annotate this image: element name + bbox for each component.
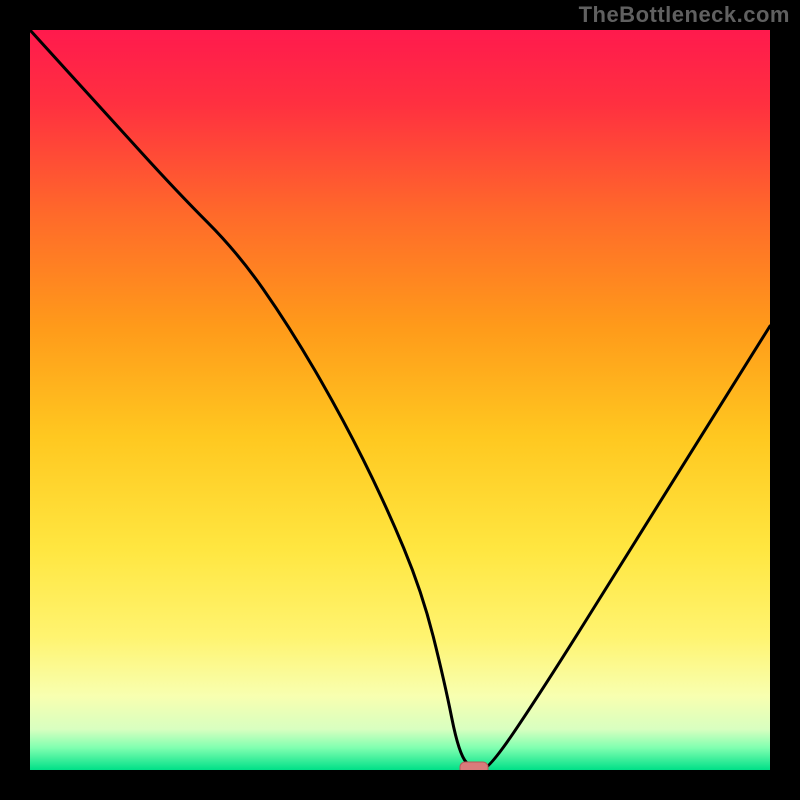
optimal-marker	[460, 762, 488, 770]
plot-area	[30, 30, 770, 770]
bottleneck-chart	[30, 30, 770, 770]
gradient-background	[30, 30, 770, 770]
chart-frame: TheBottleneck.com	[0, 0, 800, 800]
watermark-text: TheBottleneck.com	[579, 2, 790, 28]
